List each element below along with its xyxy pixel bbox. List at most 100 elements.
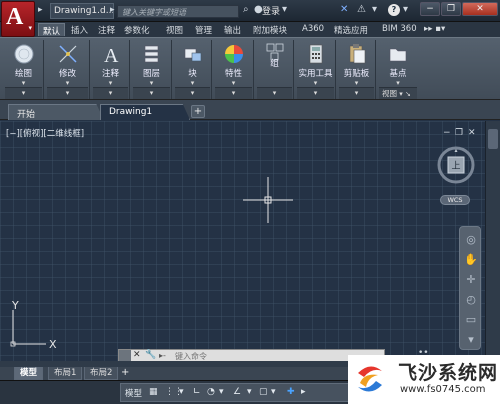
chevron-down-icon: ▾ — [190, 79, 195, 87]
isodraft-icon[interactable]: ∠ — [233, 387, 241, 397]
viewport-minimize-icon[interactable]: − — [443, 128, 451, 138]
tab-manage[interactable]: 管理 — [191, 23, 216, 36]
modify-icon — [58, 45, 77, 63]
tab-more-icon[interactable]: ▸▸ ▪▾ — [420, 23, 449, 36]
group-label: 修改 — [58, 69, 76, 79]
polar-dropdown-icon[interactable]: ▾ — [219, 387, 224, 397]
tab-addins[interactable]: 附加模块 — [249, 23, 291, 36]
polar-icon[interactable]: ◔ — [207, 387, 215, 397]
snap-dropdown-icon[interactable]: ▾ — [179, 387, 184, 397]
app-menu-dropdown-icon: ▾ — [28, 24, 32, 32]
workspace-icon[interactable]: ▸ — [301, 387, 306, 397]
ribbon-group-layers[interactable]: 图层 ▾ ▾ — [132, 40, 172, 99]
grid-icon[interactable]: ▦ — [149, 387, 158, 397]
login-button[interactable]: 登录 — [262, 4, 280, 17]
viewcube[interactable]: 上 ▴ — [437, 146, 475, 184]
ribbon-group-draw[interactable]: 绘图 ▾ ▾ — [4, 40, 44, 99]
group-expander[interactable]: ▾ — [257, 87, 292, 99]
tab-bim360[interactable]: BIM 360 — [378, 23, 421, 36]
chevron-down-icon: ▾ — [231, 79, 236, 87]
restore-button[interactable]: ❐ — [441, 2, 461, 16]
tab-a360[interactable]: A360 — [298, 23, 328, 36]
group-expander[interactable]: 视图 ▾ ↘ — [379, 87, 417, 99]
ribbon-group-clipboard[interactable]: 剪贴板 ▾ ▾ — [338, 40, 376, 99]
title-expand-icon[interactable]: ▸ — [110, 5, 115, 15]
help-icon[interactable]: ? — [388, 4, 400, 16]
help-dropdown-icon[interactable]: ▾ — [403, 4, 408, 15]
ribbon-group-properties[interactable]: 特性 ▾ ▾ — [214, 40, 254, 99]
add-layout-button[interactable]: + — [121, 367, 129, 378]
document-tab-bar: 开始 Drawing1 + — [0, 100, 500, 120]
ribbon-group-group[interactable]: 组 ▾ — [256, 40, 294, 99]
tab-parametric[interactable]: 参数化 — [120, 23, 154, 36]
annotation-icon: A — [104, 45, 119, 65]
clipboard-icon — [349, 44, 365, 64]
wcs-menu[interactable]: WCS — [440, 195, 470, 205]
chevron-down-icon: ▾ — [149, 79, 154, 87]
tab-view[interactable]: 视图 — [162, 23, 187, 36]
annotation-scale-icon[interactable]: ✚ — [287, 387, 295, 397]
orbit-icon[interactable]: ◴ — [464, 293, 478, 307]
tab-layout1[interactable]: 布局1 — [48, 367, 83, 380]
scrollbar-thumb[interactable] — [488, 129, 498, 149]
object-snap-icon[interactable]: ▢ — [259, 387, 268, 397]
close-icon[interactable]: ✕ — [133, 350, 141, 360]
ribbon-group-view[interactable]: 基点 ▾ 视图 ▾ ↘ — [378, 40, 418, 99]
ucs-icon: Y X — [10, 300, 57, 350]
group-expander[interactable]: ▾ — [47, 87, 88, 99]
ribbon-group-annotation[interactable]: A 注释 ▾ ▾ — [92, 40, 130, 99]
watermark-url: www.fs0745.com — [400, 384, 486, 395]
exchange-icon[interactable]: ✕ — [340, 4, 348, 15]
group-expander[interactable]: ▾ — [133, 87, 170, 99]
login-dropdown-icon[interactable]: ▾ — [282, 4, 287, 15]
vertical-scrollbar[interactable] — [485, 121, 500, 361]
tab-insert[interactable]: 插入 — [67, 23, 92, 36]
minimize-button[interactable]: − — [420, 2, 440, 16]
tab-start[interactable]: 开始 — [8, 104, 104, 120]
ribbon-group-modify[interactable]: 修改 ▾ ▾ — [46, 40, 90, 99]
quick-access-arrow-icon[interactable]: ▸ — [38, 5, 43, 15]
tab-model[interactable]: 模型 — [14, 367, 44, 380]
group-expander[interactable]: ▾ — [93, 87, 128, 99]
ortho-icon[interactable]: ∟ — [193, 387, 201, 397]
viewport-close-icon[interactable]: ✕ — [468, 128, 476, 138]
drawing-canvas[interactable] — [0, 121, 485, 361]
object-snap-dropdown-icon[interactable]: ▾ — [271, 387, 276, 397]
tab-featured[interactable]: 精选应用 — [330, 23, 372, 36]
model-space-button[interactable]: 模型 — [125, 387, 142, 399]
tab-layout2[interactable]: 布局2 — [84, 367, 119, 380]
showmotion-icon[interactable]: ▭ — [464, 313, 478, 327]
chevron-down-icon: ▾ — [354, 79, 359, 87]
group-label: 注释 — [101, 69, 119, 79]
zoom-icon[interactable]: ✛ — [464, 273, 478, 287]
group-expander[interactable]: ▾ — [5, 87, 42, 99]
ribbon-group-block[interactable]: 块 ▾ ▾ — [174, 40, 212, 99]
viewport-controls-label[interactable]: [−][俯视][二维线框] — [6, 127, 84, 139]
tab-drawing1[interactable]: Drawing1 — [100, 104, 190, 120]
a360-icon[interactable]: ⚠ — [357, 4, 366, 15]
close-button[interactable]: ✕ — [462, 2, 498, 16]
viewport-restore-icon[interactable]: ❐ — [455, 128, 463, 138]
group-expander[interactable]: ▾ — [215, 87, 252, 99]
tab-output[interactable]: 输出 — [220, 23, 245, 36]
search-input[interactable]: 键入关键字或短语 — [117, 5, 239, 18]
steering-wheel-icon[interactable]: ◎ — [464, 233, 478, 247]
navbar-menu-icon[interactable]: ▾ — [464, 333, 478, 347]
more-dropdown-icon[interactable]: ▾ — [372, 4, 377, 15]
group-label: 特性 — [224, 69, 242, 79]
wrench-icon[interactable]: 🔧 — [145, 350, 156, 360]
new-tab-button[interactable]: + — [191, 105, 205, 118]
osnap-dropdown-icon[interactable]: ▾ — [247, 387, 252, 397]
calculator-icon — [309, 44, 322, 64]
tab-annotate[interactable]: 注释 — [94, 23, 119, 36]
tab-default[interactable]: 默认 — [38, 23, 66, 37]
ribbon-group-utilities[interactable]: 实用工具 ▾ ▾ — [296, 40, 336, 99]
title-bar: ▸ Drawing1.d... ▸ 键入关键字或短语 ⌕ ● 登录 ▾ ✕ ⚠ … — [0, 0, 500, 22]
group-label: 实用工具 — [298, 69, 333, 79]
group-expander[interactable]: ▾ — [297, 87, 334, 99]
application-menu-button[interactable]: A ▾ — [1, 1, 35, 37]
search-icon[interactable]: ⌕ — [243, 4, 249, 15]
group-expander[interactable]: ▾ — [339, 87, 374, 99]
pan-icon[interactable]: ✋ — [464, 253, 478, 267]
group-expander[interactable]: ▾ — [175, 87, 210, 99]
